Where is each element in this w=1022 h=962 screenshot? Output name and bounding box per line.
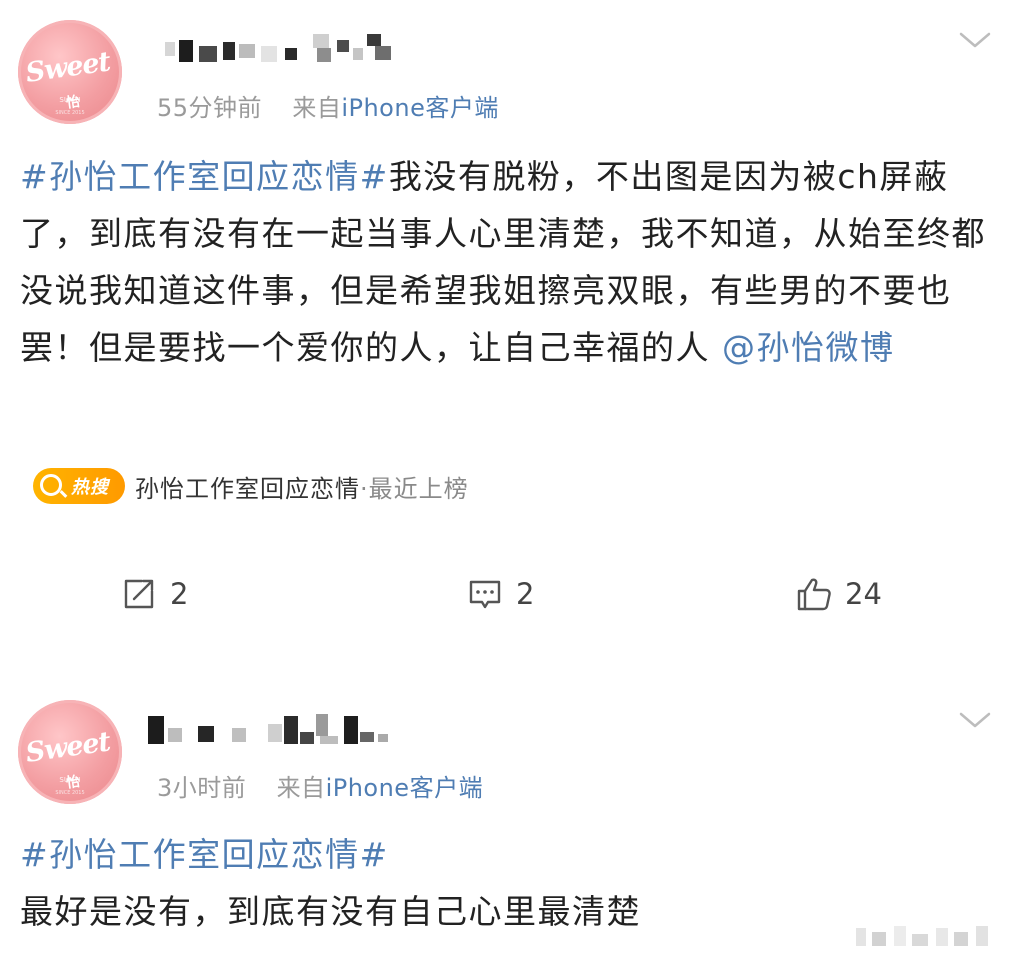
post-meta: 55分钟前 来自iPhone客户端 <box>157 88 499 123</box>
repost-icon <box>124 579 154 609</box>
action-bar: 2 2 24 <box>0 572 1022 616</box>
search-icon <box>40 474 62 496</box>
username-blurred[interactable] <box>165 30 405 70</box>
post-time: 3小时前 <box>157 774 247 802</box>
username-blurred[interactable] <box>148 710 408 750</box>
comment-icon <box>469 580 501 609</box>
repost-count: 2 <box>170 577 189 611</box>
topic-link[interactable]: #孙怡工作室回应恋情# <box>20 826 1005 883</box>
like-count: 24 <box>845 577 882 611</box>
post-time: 55分钟前 <box>157 94 263 122</box>
comment-button[interactable]: 2 <box>466 572 534 616</box>
post-meta: 3小时前 来自iPhone客户端 <box>157 768 483 803</box>
hot-search-badge: 热搜 <box>33 468 125 504</box>
avatar-subtext-2: SINCE 2015 <box>55 110 85 116</box>
avatar-subtext-2: SINCE 2015 <box>55 790 85 796</box>
thumbs-up-icon <box>797 578 831 611</box>
weibo-post-2: Sweet怡 SUNYI SINCE 2015 3小时前 来自iPhone客户端… <box>0 680 1022 962</box>
hot-search-tag[interactable]: 热搜 孙怡工作室回应恋情·最近上榜 <box>33 466 469 506</box>
source-prefix: 来自 <box>292 94 342 122</box>
avatar[interactable]: Sweet怡 SUNYI SINCE 2015 <box>18 20 122 124</box>
chevron-down-icon[interactable] <box>958 710 992 730</box>
mention-link[interactable]: @孙怡微博 <box>722 328 895 367</box>
post-source[interactable]: iPhone客户端 <box>326 774 484 802</box>
source-prefix: 来自 <box>276 774 326 802</box>
hot-badge-label: 热搜 <box>71 477 109 498</box>
avatar-subtext: SUNYI <box>59 776 81 784</box>
post-source[interactable]: iPhone客户端 <box>341 94 499 122</box>
hot-search-text: 孙怡工作室回应恋情·最近上榜 <box>135 469 469 504</box>
watermark <box>856 926 988 946</box>
chevron-down-icon[interactable] <box>958 30 992 50</box>
weibo-post-1: Sweet怡 SUNYI SINCE 2015 55分钟前 来自iPhone客户… <box>0 0 1022 660</box>
repost-button[interactable]: 2 <box>120 572 188 616</box>
comment-count: 2 <box>516 577 535 611</box>
avatar-logo: Sweet怡 <box>23 726 112 792</box>
avatar-logo: Sweet怡 <box>23 46 112 112</box>
avatar[interactable]: Sweet怡 SUNYI SINCE 2015 <box>18 700 122 804</box>
avatar-subtext: SUNYI <box>59 96 81 104</box>
hot-search-topic: 孙怡工作室回应恋情 <box>135 474 360 503</box>
topic-link[interactable]: #孙怡工作室回应恋情# <box>20 157 389 196</box>
like-button[interactable]: 24 <box>795 572 882 616</box>
post-body: #孙怡工作室回应恋情#我没有脱粉，不出图是因为被ch屏蔽了，到底有没有在一起当事… <box>20 148 1005 376</box>
hot-search-suffix: ·最近上榜 <box>360 474 469 503</box>
